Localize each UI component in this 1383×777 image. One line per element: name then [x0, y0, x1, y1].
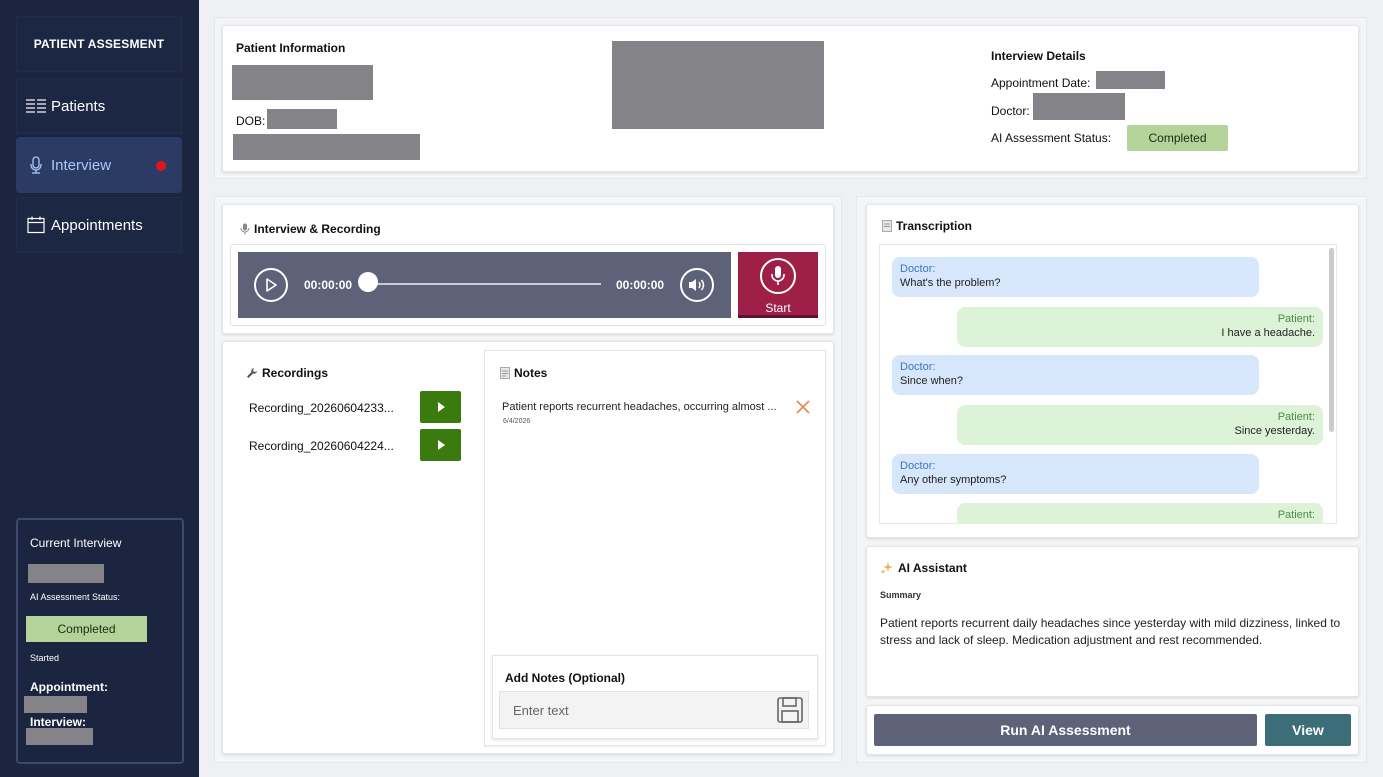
note-text[interactable]: Patient reports recurrent headaches, occ…: [502, 401, 777, 413]
summary-text: Patient reports recurrent daily headache…: [880, 616, 1341, 647]
current-interview-title: Current Interview: [30, 536, 122, 550]
run-ai-assessment-button[interactable]: Run AI Assessment: [874, 714, 1257, 746]
recording-indicator-dot: [156, 161, 166, 171]
list-icon: [25, 96, 47, 116]
transcript-message: Doctor: Any other symptoms?: [892, 454, 1259, 494]
ai-status-label: AI Assessment Status:: [30, 592, 121, 602]
recordings-title-label: Recordings: [262, 366, 329, 380]
appointment-label: Appointment:: [30, 680, 108, 694]
start-recording-button[interactable]: Start: [738, 252, 818, 318]
sidebar-item-patients[interactable]: Patients: [16, 78, 182, 134]
sidebar-item-label: Patients: [51, 97, 106, 115]
add-notes-title: Add Notes (Optional): [505, 671, 625, 685]
status-badge: Completed: [26, 616, 147, 642]
interview-label: Interview:: [30, 715, 87, 729]
ai-status-label: AI Assessment Status:: [991, 131, 1112, 145]
transcript-message: Doctor: Since when?: [892, 355, 1259, 395]
document-icon: [500, 367, 510, 379]
patient-info-title: Patient Information: [236, 41, 346, 55]
note-date: 6/4/2026: [503, 418, 531, 425]
play-recording-button[interactable]: [420, 391, 461, 423]
redacted-patient-photo: [612, 41, 824, 129]
redacted-interview: [26, 728, 93, 745]
volume-icon: [689, 279, 705, 291]
transcription-title-label: Transcription: [896, 219, 973, 233]
redacted-dob: [267, 109, 337, 129]
delete-note-icon[interactable]: [794, 398, 812, 416]
sidebar-item-appointments[interactable]: Appointments: [16, 197, 182, 253]
seek-track[interactable]: [368, 283, 601, 285]
notes-title-label: Notes: [514, 366, 548, 380]
status-badge: Completed: [1127, 125, 1228, 151]
transcript-message: Patient: I have a headache.: [957, 307, 1323, 347]
microphone-icon: [760, 258, 796, 294]
dob-label: DOB:: [236, 114, 266, 128]
audio-player: 00:00:00 00:00:00: [238, 252, 731, 318]
redacted-appointment-date: [1096, 71, 1165, 89]
seek-handle[interactable]: [358, 272, 378, 292]
transcript-message: Patient:: [957, 503, 1323, 524]
microphone-icon: [240, 223, 250, 235]
current-interview-panel: Current Interview AI Assessment Status: …: [16, 518, 184, 764]
play-button[interactable]: [254, 268, 288, 302]
microphone-icon: [25, 155, 47, 175]
transcript-message: Patient: Since yesterday.: [957, 405, 1323, 445]
note-input[interactable]: [499, 691, 809, 729]
doctor-label: Doctor:: [991, 104, 1030, 118]
redacted-doctor-name: [1033, 93, 1125, 120]
transcript-message: Doctor: What's the problem?: [892, 257, 1259, 297]
redacted-patient-name-main: [232, 65, 373, 100]
recording-item-name[interactable]: Recording_20260604224...: [249, 439, 394, 453]
redacted-appointment: [24, 696, 87, 713]
notes-title: Notes: [500, 366, 547, 380]
sparkle-icon: [880, 562, 893, 574]
ai-assistant-title: AI Assistant: [880, 561, 967, 575]
ai-assistant-title-label: AI Assistant: [898, 561, 967, 575]
redacted-patient-detail: [233, 134, 420, 160]
view-button[interactable]: View: [1265, 714, 1351, 746]
save-icon[interactable]: [776, 696, 804, 724]
sidebar: PATIENT ASSESMENT Patients Interview App…: [0, 0, 199, 777]
transcription-title: Transcription: [882, 219, 972, 233]
started-label: Started: [30, 653, 60, 663]
start-label: Start: [765, 301, 791, 315]
document-icon: [882, 220, 892, 232]
app-brand: PATIENT ASSESMENT: [16, 16, 182, 72]
sidebar-item-label: Interview: [51, 156, 112, 174]
transcript-scrollbar[interactable]: [1329, 248, 1334, 432]
redacted-patient-name: [28, 564, 104, 583]
play-icon: [266, 278, 277, 292]
play-icon: [437, 402, 445, 412]
play-icon: [437, 440, 445, 450]
total-time: 00:00:00: [616, 278, 665, 292]
wrench-icon: [247, 368, 257, 378]
recording-title: Interview & Recording: [240, 222, 381, 236]
calendar-icon: [25, 215, 47, 235]
play-recording-button[interactable]: [420, 429, 461, 461]
appointment-date-label: Appointment Date:: [991, 76, 1091, 90]
sidebar-item-label: Appointments: [51, 216, 143, 234]
recording-item-name[interactable]: Recording_20260604233...: [249, 401, 394, 415]
recordings-title: Recordings: [246, 366, 328, 380]
summary-label: Summary: [880, 590, 922, 600]
volume-button[interactable]: [680, 268, 714, 302]
sidebar-item-interview[interactable]: Interview: [16, 137, 182, 193]
recording-title-label: Interview & Recording: [254, 222, 381, 236]
current-time: 00:00:00: [304, 278, 353, 292]
interview-details-title: Interview Details: [991, 49, 1086, 63]
